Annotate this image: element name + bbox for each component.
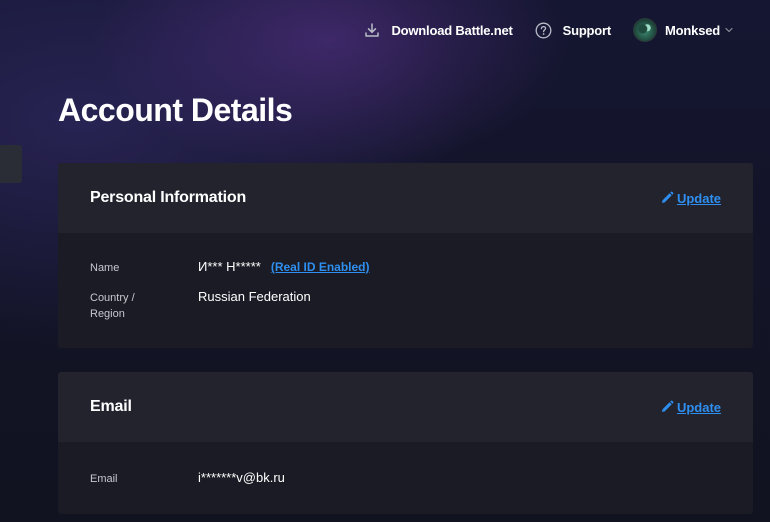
personal-information-header: Personal Information Update bbox=[58, 163, 753, 233]
username-label: Monksed bbox=[665, 22, 720, 38]
support-link[interactable]: Support bbox=[535, 21, 611, 39]
personal-information-card: Personal Information Update Name И*** Н*… bbox=[58, 163, 753, 348]
email-row: Email i*******v@bk.ru bbox=[90, 468, 721, 488]
pencil-icon bbox=[660, 191, 674, 205]
email-header: Email Update bbox=[58, 372, 753, 442]
top-navigation: Download Battle.net Support Monksed bbox=[341, 0, 770, 60]
email-body: Email i*******v@bk.ru bbox=[58, 442, 753, 488]
sidebar-toggle[interactable] bbox=[0, 145, 22, 183]
name-value: И*** Н***** bbox=[198, 259, 261, 274]
email-label: Email bbox=[90, 473, 118, 485]
personal-information-body: Name И*** Н***** (Real ID Enabled) Count… bbox=[58, 233, 753, 322]
email-update-label: Update bbox=[676, 399, 721, 415]
name-row: Name И*** Н***** (Real ID Enabled) bbox=[90, 257, 721, 277]
download-battlenet-label: Download Battle.net bbox=[391, 22, 513, 38]
country-label-line2: Region bbox=[90, 308, 125, 320]
pencil-icon bbox=[660, 400, 674, 414]
help-circle-icon bbox=[535, 21, 553, 39]
email-title: Email bbox=[90, 398, 132, 415]
personal-update-label: Update bbox=[676, 190, 721, 206]
download-icon bbox=[363, 21, 381, 39]
download-battlenet-link[interactable]: Download Battle.net bbox=[363, 21, 513, 39]
country-label-line1: Country / bbox=[90, 292, 135, 304]
avatar bbox=[633, 18, 658, 42]
name-label: Name bbox=[90, 262, 120, 274]
email-value: i*******v@bk.ru bbox=[198, 470, 285, 485]
name-value-group: И*** Н***** (Real ID Enabled) bbox=[198, 257, 370, 277]
personal-information-title: Personal Information bbox=[90, 189, 247, 206]
user-menu[interactable]: Monksed bbox=[633, 18, 734, 42]
support-label: Support bbox=[562, 22, 612, 38]
personal-update-link[interactable]: Update bbox=[660, 191, 721, 206]
country-value: Russian Federation bbox=[198, 289, 311, 304]
country-label: Country / Region bbox=[90, 287, 198, 322]
real-id-link[interactable]: (Real ID Enabled) bbox=[271, 257, 370, 277]
email-card: Email Update Email i*******v@bk.ru bbox=[58, 372, 753, 514]
email-update-link[interactable]: Update bbox=[660, 400, 721, 415]
page-title: Account Details bbox=[58, 92, 293, 128]
country-row: Country / Region Russian Federation bbox=[90, 287, 721, 322]
chevron-down-icon bbox=[724, 25, 734, 35]
